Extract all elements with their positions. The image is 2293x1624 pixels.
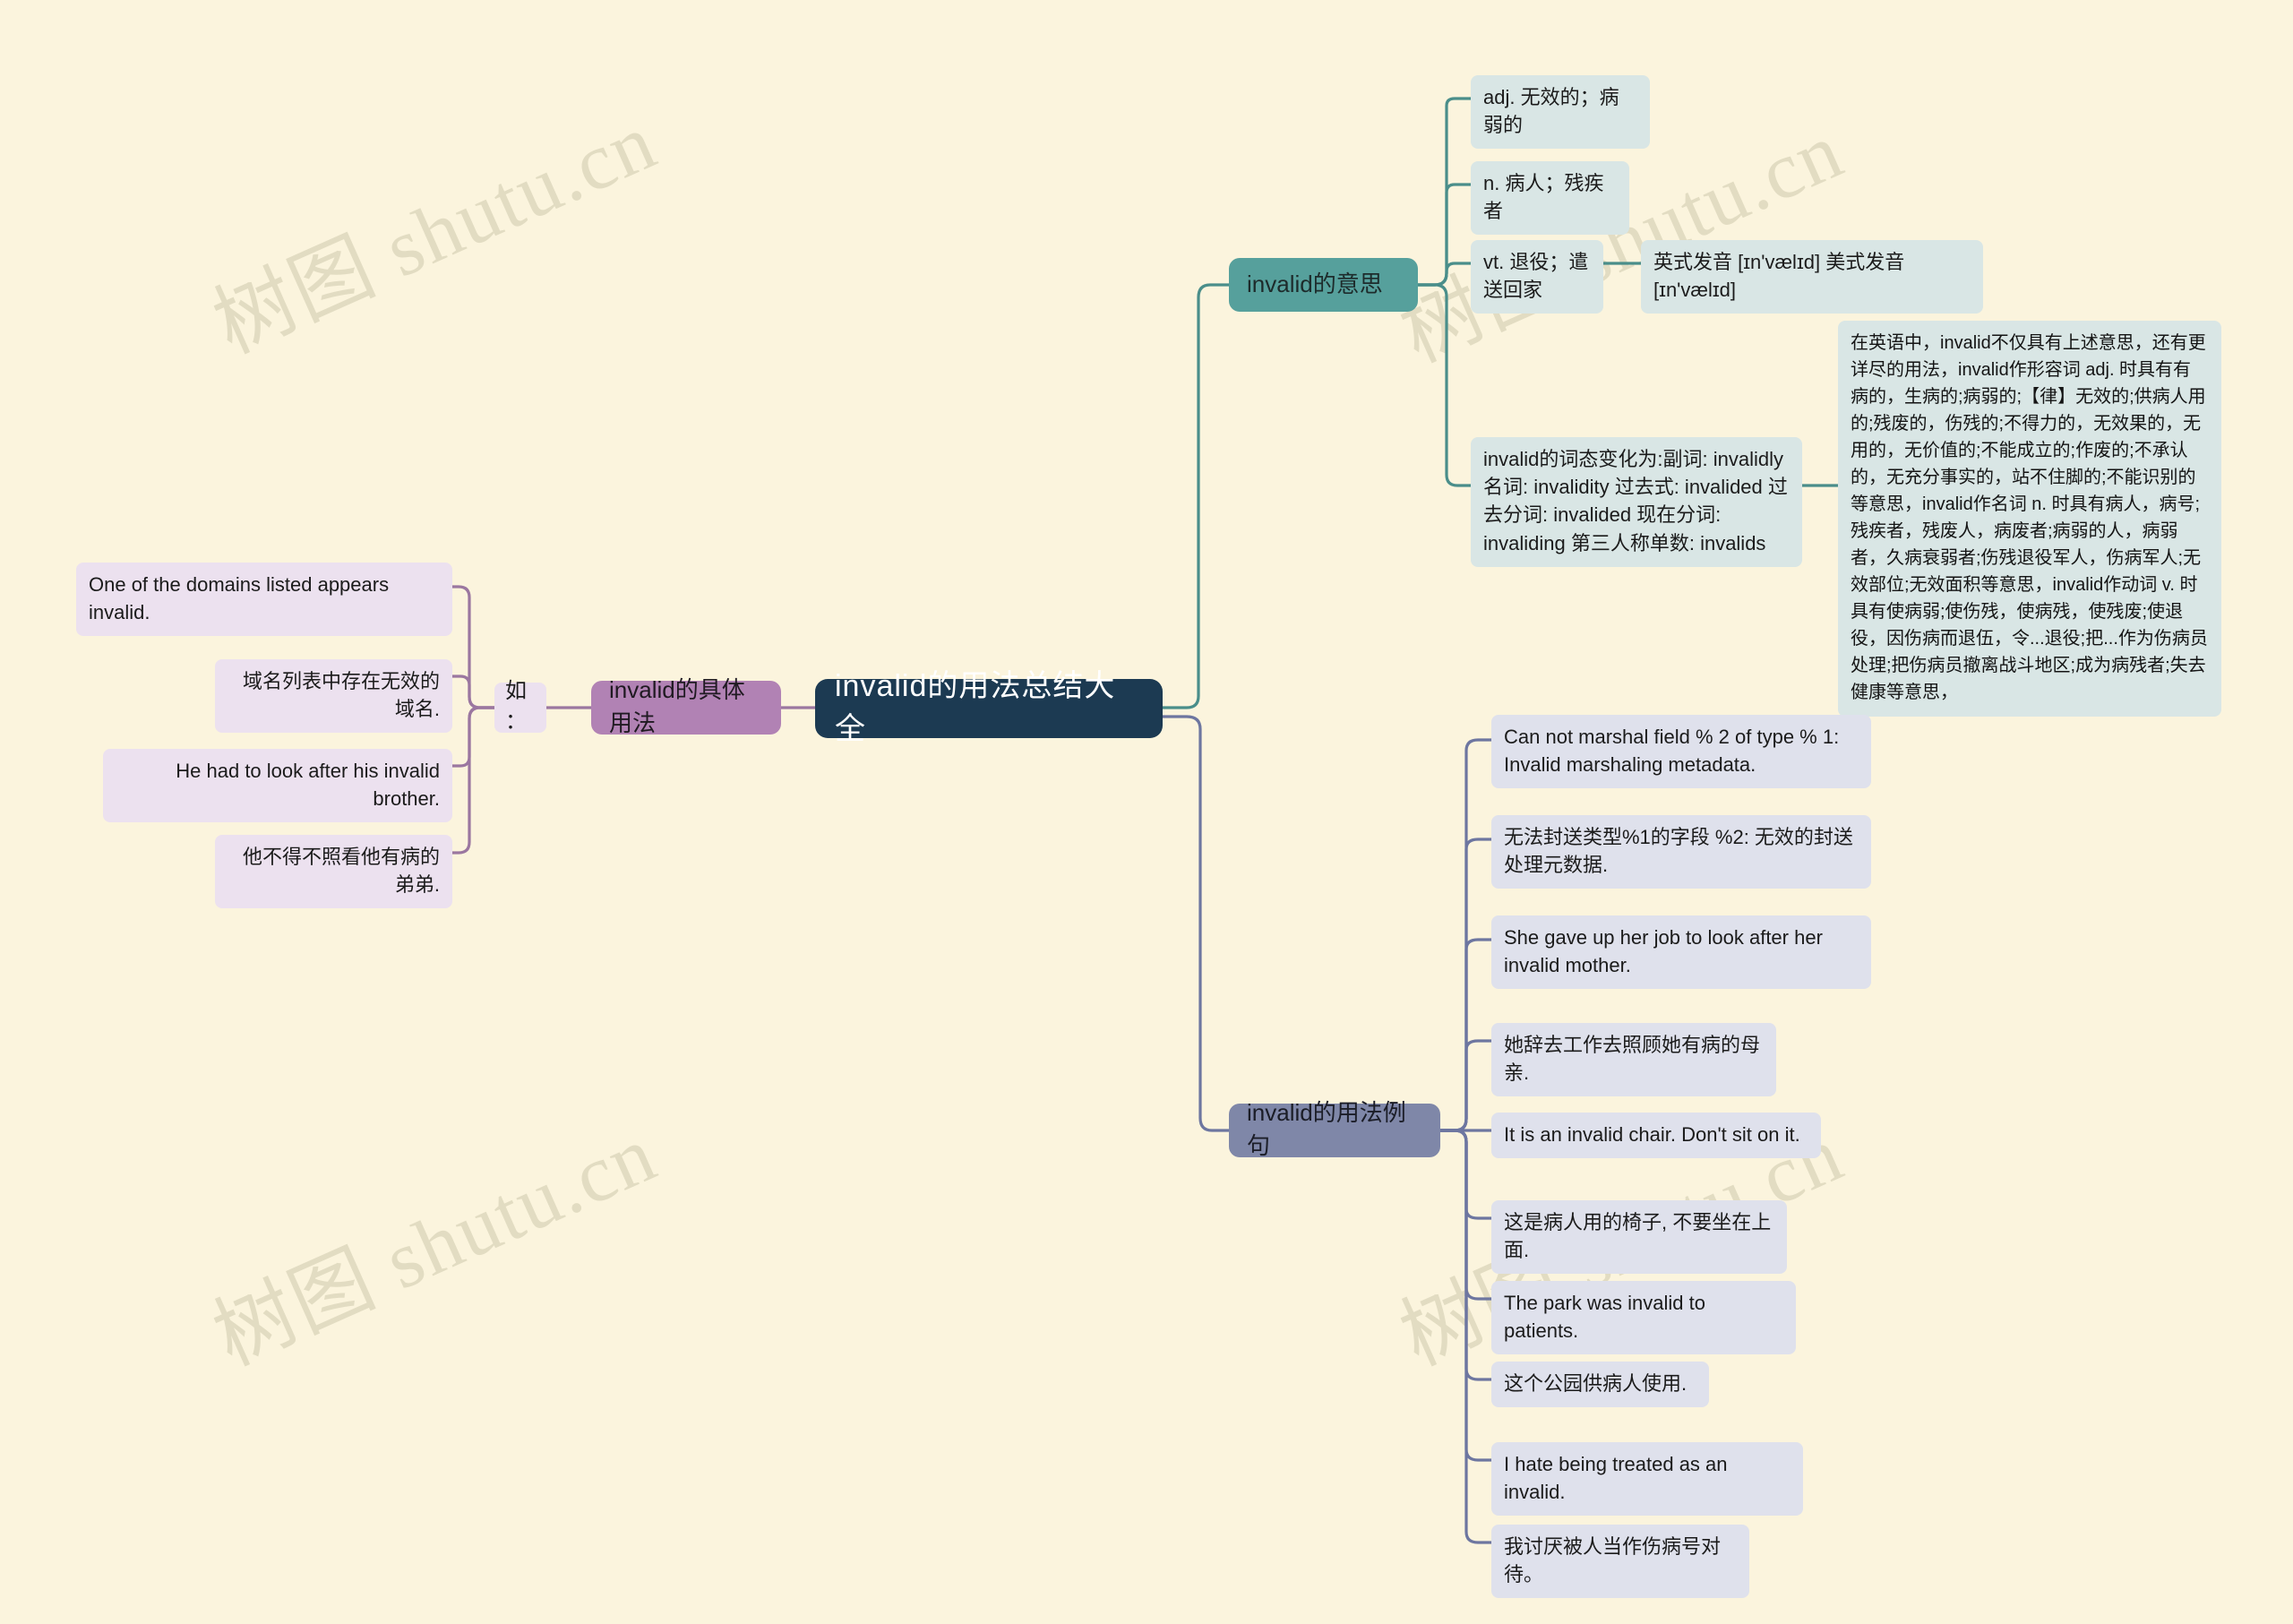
leaf-example-3[interactable]: She gave up her job to look after her in… xyxy=(1491,915,1871,990)
leaf-example-8[interactable]: 这个公园供病人使用. xyxy=(1491,1362,1709,1408)
watermark: 树图 shutu.cn xyxy=(202,97,669,371)
leaf-usage-example-1-zh[interactable]: 域名列表中存在无效的域名. xyxy=(215,659,452,734)
leaf-example-9[interactable]: I hate being treated as an invalid. xyxy=(1491,1442,1803,1517)
leaf-example-7[interactable]: The park was invalid to patients. xyxy=(1491,1281,1796,1355)
leaf-meaning-verb[interactable]: vt. 退役；遣送回家 xyxy=(1471,240,1603,314)
branch-node-examples[interactable]: invalid的用法例句 xyxy=(1229,1099,1440,1159)
mindmap-canvas: 树图 shutu.cn 树图 shutu.cn 树图 shutu.cn 树图 s… xyxy=(0,0,2293,1624)
leaf-example-4[interactable]: 她辞去工作去照顾她有病的母亲. xyxy=(1491,1023,1776,1097)
leaf-example-1[interactable]: Can not marshal field % 2 of type % 1: I… xyxy=(1491,715,1871,789)
leaf-detailed-usage-paragraph[interactable]: 在英语中，invalid不仅具有上述意思，还有更详尽的用法，invalid作形容… xyxy=(1838,321,2221,717)
leaf-example-5[interactable]: It is an invalid chair. Don't sit on it. xyxy=(1491,1113,1821,1159)
leaf-example-2[interactable]: 无法封送类型%1的字段 %2: 无效的封送处理元数据. xyxy=(1491,815,1871,889)
leaf-example-10[interactable]: 我讨厌被人当作伤病号对待。 xyxy=(1491,1525,1749,1599)
branch-node-meaning[interactable]: invalid的意思 xyxy=(1229,258,1418,312)
leaf-pronunciation[interactable]: 英式发音 [ɪn'vælɪd] 美式发音 [ɪn'vælɪd] xyxy=(1641,240,1983,314)
root-node[interactable]: invalid的用法总结大全 xyxy=(815,669,1163,746)
leaf-example-6[interactable]: 这是病人用的椅子, 不要坐在上面. xyxy=(1491,1200,1787,1275)
leaf-meaning-noun[interactable]: n. 病人；残疾者 xyxy=(1471,161,1629,236)
leaf-meaning-adj[interactable]: adj. 无效的；病弱的 xyxy=(1471,75,1650,150)
leaf-usage-example-2-zh[interactable]: 他不得不照看他有病的弟弟. xyxy=(215,835,452,909)
node-such-as[interactable]: 如： xyxy=(494,679,546,734)
leaf-usage-example-1-en[interactable]: One of the domains listed appears invali… xyxy=(76,563,452,637)
leaf-morphology[interactable]: invalid的词态变化为:副词: invalidly 名词: invalidi… xyxy=(1471,437,1802,567)
watermark: 树图 shutu.cn xyxy=(202,1109,669,1383)
leaf-usage-example-2-en[interactable]: He had to look after his invalid brother… xyxy=(103,749,452,823)
branch-node-usage[interactable]: invalid的具体用法 xyxy=(591,676,781,736)
